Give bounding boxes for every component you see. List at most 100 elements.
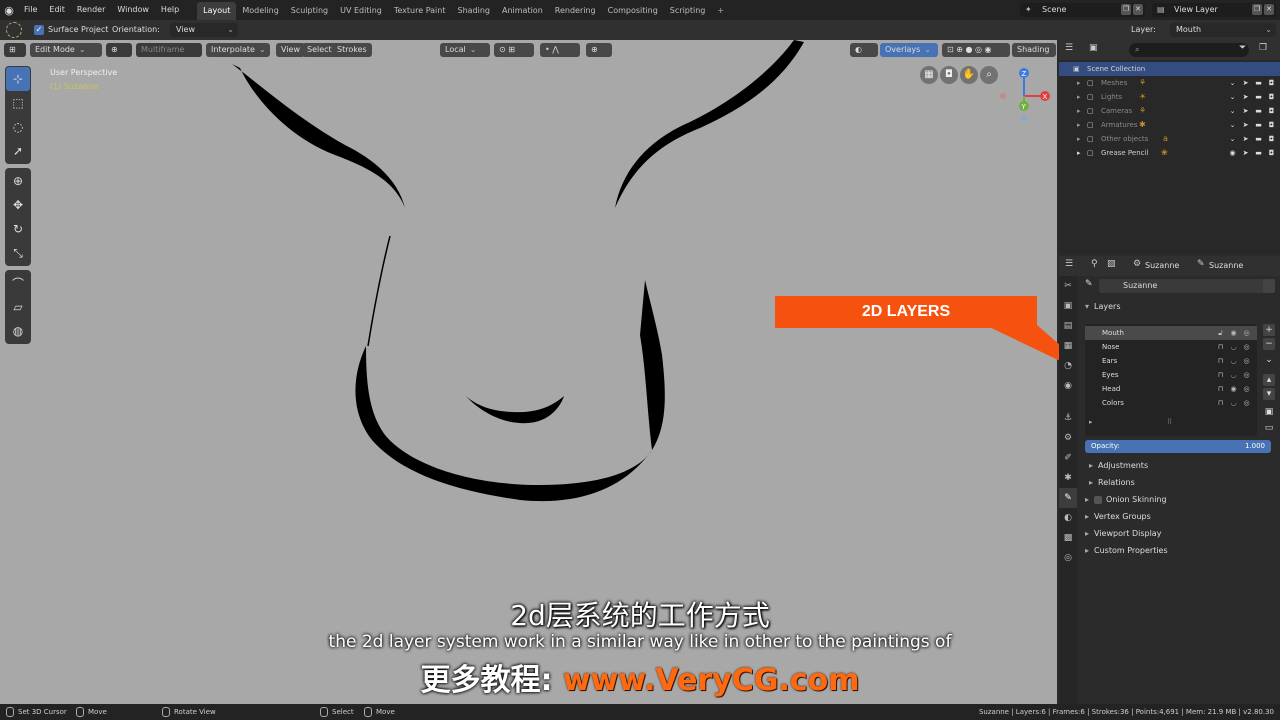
- monitor-icon[interactable]: ▬: [1254, 149, 1263, 157]
- select-arrow-icon[interactable]: ➤: [1241, 135, 1250, 143]
- layer-item-mouth[interactable]: Mouth 🔓︎ ◉ ◎: [1085, 326, 1257, 340]
- menu-edit[interactable]: Edit: [43, 0, 71, 20]
- outliner-item-lights[interactable]: ▸ ▢ Lights ☀ ⌄ ➤ ▬ ◘: [1059, 90, 1280, 104]
- breadcrumb-data[interactable]: Suzanne: [1209, 256, 1243, 276]
- outliner-editor-icon[interactable]: ☰: [1065, 43, 1073, 53]
- lock-icon[interactable]: ⊓: [1216, 357, 1225, 365]
- lock-icon[interactable]: 🔓︎: [1216, 329, 1225, 337]
- isolate-layer-icon[interactable]: ▭: [1263, 422, 1275, 434]
- monitor-icon[interactable]: ▬: [1254, 135, 1263, 143]
- custom-properties-panel-header[interactable]: ▸ Custom Properties: [1081, 542, 1277, 560]
- pan-hand-icon[interactable]: ✋: [960, 66, 978, 84]
- onion-skinning-panel-header[interactable]: ▸ Onion Skinning: [1081, 491, 1277, 509]
- move-layer-down-button[interactable]: ▾: [1263, 388, 1275, 400]
- rotate-icon[interactable]: ↻: [6, 217, 30, 241]
- onion-skin-icon[interactable]: ◎: [1242, 329, 1251, 337]
- chevron-right-icon[interactable]: ▸: [1077, 132, 1081, 146]
- strokes-menu[interactable]: Strokes: [332, 43, 372, 57]
- physics-tab-icon[interactable]: ✱: [1059, 468, 1077, 488]
- output-tab-icon[interactable]: ▤: [1059, 316, 1077, 336]
- tab-animation[interactable]: Animation: [496, 2, 549, 20]
- camera-icon[interactable]: ◘: [1267, 93, 1276, 101]
- lock-icon[interactable]: ⊓: [1216, 385, 1225, 393]
- menu-window[interactable]: Window: [111, 0, 155, 20]
- tab-modeling[interactable]: Modeling: [236, 2, 284, 20]
- viewport-display-panel-header[interactable]: ▸ Viewport Display: [1081, 525, 1277, 543]
- eye-closed-icon[interactable]: ◡: [1229, 343, 1238, 351]
- proportional-edit-icon[interactable]: • ⋀: [540, 43, 580, 57]
- onion-skin-icon[interactable]: ◎: [1242, 371, 1251, 379]
- layer-item-ears[interactable]: Ears ⊓ ◡ ◎: [1085, 354, 1257, 368]
- texture-tab-icon[interactable]: ▩: [1059, 528, 1077, 548]
- zoom-icon[interactable]: ⌕: [980, 66, 998, 84]
- outliner-item-other-objects[interactable]: ▸ ▢ Other objects a ⌄ ➤ ▬ ◘: [1059, 132, 1280, 146]
- view-layer-tab-icon[interactable]: ▦: [1059, 336, 1077, 356]
- shading-dropdown[interactable]: Shading: [1012, 43, 1056, 57]
- filter-icon[interactable]: ⏷: [1239, 43, 1246, 53]
- constraints-tab-icon[interactable]: ◎: [1059, 548, 1077, 568]
- shading-mode-icons[interactable]: ⊡ ⊕ ● ◎ ◉: [942, 43, 1010, 57]
- checkbox-icon[interactable]: ⌄: [1228, 107, 1237, 115]
- select-arrow-icon[interactable]: ➤: [1241, 149, 1250, 157]
- monitor-icon[interactable]: ▬: [1254, 79, 1263, 87]
- layer-item-eyes[interactable]: Eyes ⊓ ◡ ◎: [1085, 368, 1257, 382]
- outliner-item-grease-pencil[interactable]: ▸ ▢ Grease Pencil ❀ ◉ ➤ ▬ ◘: [1059, 146, 1280, 160]
- close-icon[interactable]: ✕: [1264, 4, 1274, 15]
- material-tab-icon[interactable]: ◐: [1059, 508, 1077, 528]
- add-layer-button[interactable]: +: [1263, 324, 1275, 336]
- menu-file[interactable]: File: [18, 0, 43, 20]
- tab-texture-paint[interactable]: Texture Paint: [388, 2, 452, 20]
- lock-icon[interactable]: ⊓: [1216, 399, 1225, 407]
- select-circle-icon[interactable]: ◌: [6, 115, 30, 139]
- surface-project-checkbox[interactable]: ✓: [34, 25, 44, 35]
- outliner-item-scene-collection[interactable]: ▣ Scene Collection: [1059, 62, 1280, 76]
- effects-tab-icon[interactable]: ✐: [1059, 448, 1077, 468]
- onion-skinning-checkbox[interactable]: [1094, 495, 1103, 504]
- monitor-icon[interactable]: ▬: [1254, 93, 1263, 101]
- vertex-groups-panel-header[interactable]: ▸ Vertex Groups: [1081, 508, 1277, 526]
- transform-orientation-dropdown[interactable]: Local ⌄: [440, 43, 490, 57]
- tab-sculpting[interactable]: Sculpting: [285, 2, 334, 20]
- eye-icon[interactable]: ◉: [1229, 385, 1238, 393]
- relations-panel-header[interactable]: ▸ Relations: [1085, 474, 1280, 492]
- menu-help[interactable]: Help: [155, 0, 185, 20]
- copy-icon[interactable]: ❐: [1121, 4, 1131, 15]
- to-sphere-icon[interactable]: ◍: [6, 319, 30, 343]
- eye-icon[interactable]: ◉: [1229, 329, 1238, 337]
- gizmo-toggle-icon[interactable]: ◐: [850, 43, 878, 57]
- list-resize-handle[interactable]: ⠿: [1167, 418, 1172, 426]
- overlays-dropdown[interactable]: Overlays ⌄: [880, 43, 938, 57]
- scale-icon[interactable]: ⤡: [6, 241, 30, 265]
- render-tab-icon[interactable]: ▣: [1059, 296, 1077, 316]
- tab-uv-editing[interactable]: UV Editing: [334, 2, 388, 20]
- scene-selector[interactable]: ✦ Scene ❐ ✕: [1020, 3, 1145, 17]
- camera-icon[interactable]: ◘: [1267, 121, 1276, 129]
- list-filter-icon[interactable]: ▸: [1089, 418, 1093, 426]
- object-data-tab-icon[interactable]: ✎: [1059, 488, 1077, 508]
- checkbox-icon[interactable]: ⌄: [1228, 93, 1237, 101]
- eye-closed-icon[interactable]: ◡: [1229, 371, 1238, 379]
- tab-compositing[interactable]: Compositing: [602, 2, 664, 20]
- properties-editor-icon[interactable]: ☰: [1065, 259, 1073, 269]
- pivot-icon[interactable]: ⊕: [586, 43, 612, 57]
- cursor-icon[interactable]: ⊕: [6, 169, 30, 193]
- layers-panel-header[interactable]: ▾ Layers: [1081, 298, 1277, 316]
- chevron-right-icon[interactable]: ▸: [1077, 118, 1081, 132]
- menu-render[interactable]: Render: [71, 0, 111, 20]
- select-arrow-icon[interactable]: ➤: [1241, 107, 1250, 115]
- fake-user-icon[interactable]: [1263, 279, 1275, 293]
- lock-icon[interactable]: ⊓: [1216, 371, 1225, 379]
- mode-dropdown[interactable]: Edit Mode ⌄: [30, 43, 102, 57]
- select-box-icon[interactable]: ⬚: [6, 91, 30, 115]
- interpolate-dropdown[interactable]: Interpolate ⌄: [206, 43, 270, 57]
- modifiers-tab-icon[interactable]: ⚙: [1059, 428, 1077, 448]
- data-name-field[interactable]: Suzanne: [1099, 279, 1275, 293]
- tab-scripting[interactable]: Scripting: [664, 2, 712, 20]
- display-mode-icon[interactable]: ▣: [1089, 43, 1098, 53]
- orientation-dropdown[interactable]: View ⌄: [170, 23, 238, 37]
- bend-icon[interactable]: ⌒: [6, 271, 30, 295]
- layer-item-head[interactable]: Head ⊓ ◉ ◎: [1085, 382, 1257, 396]
- chevron-right-icon[interactable]: ▸: [1077, 104, 1081, 118]
- layer-item-colors[interactable]: Colors ⊓ ◡ ◎: [1085, 396, 1257, 410]
- outliner-item-cameras[interactable]: ▸ ▢ Cameras ⚘ ⌄ ➤ ▬ ◘: [1059, 104, 1280, 118]
